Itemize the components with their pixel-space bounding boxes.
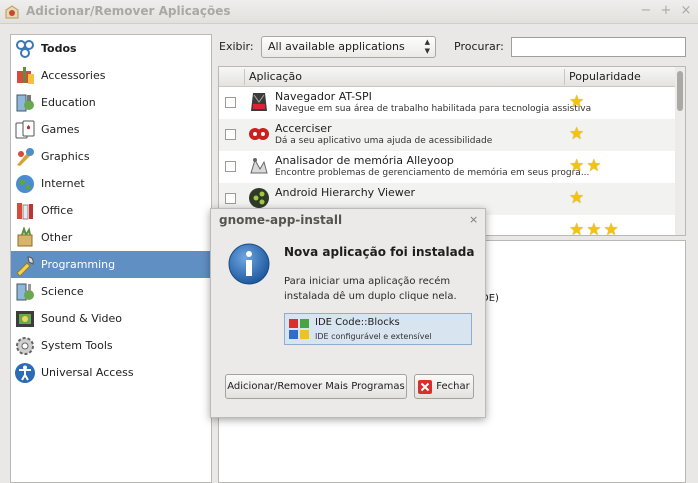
column-header-popularity[interactable]: Popularidade	[569, 70, 641, 83]
close-icon	[418, 379, 433, 394]
maximize-button[interactable]: +	[658, 3, 674, 19]
dialog-message: Para iniciar uma aplicação recém instala…	[284, 276, 457, 302]
header-divider	[564, 69, 565, 85]
table-row[interactable]: Navegador AT-SPI Navegue em sua área de …	[219, 87, 675, 119]
accessories-icon	[17, 66, 34, 84]
dialog-heading: Nova aplicação foi instalada	[284, 245, 475, 259]
accerciser-icon	[249, 128, 269, 140]
sidebar-item-other[interactable]: Other	[11, 224, 211, 251]
alleyoop-icon	[250, 158, 268, 174]
list-header: Aplicação Popularidade	[219, 67, 685, 87]
sidebar-item-games[interactable]: Games	[11, 116, 211, 143]
popularity-stars: ★	[569, 92, 587, 112]
minimize-button[interactable]: −	[638, 3, 654, 19]
sidebar-item-label: Todos	[41, 42, 77, 55]
close-dialog-button[interactable]: Fechar	[414, 374, 474, 399]
sidebar-item-todos[interactable]: Todos	[11, 35, 211, 62]
table-row[interactable]: Accerciser Dá a seu aplicativo uma ajuda…	[219, 119, 675, 151]
popularity-stars: ★★★	[569, 220, 621, 236]
sidebar-item-internet[interactable]: Internet	[11, 170, 211, 197]
sidebar-item-education[interactable]: Education	[11, 89, 211, 116]
app-description: Navegue em sua área de trabalho habilita…	[275, 104, 592, 114]
education-icon	[16, 94, 34, 111]
sidebar-item-programming[interactable]: Programming	[11, 251, 211, 278]
sidebar-item-office[interactable]: Office	[11, 197, 211, 224]
dropdown-arrows-icon: ▲ ▼	[424, 38, 430, 55]
window-title: Adicionar/Remover Aplicações	[26, 4, 231, 18]
app-description: Encontre problemas de gerenciamento de m…	[275, 168, 590, 178]
search-label: Procurar:	[454, 40, 504, 53]
popularity-stars: ★	[569, 124, 587, 144]
programming-icon	[16, 255, 34, 276]
search-input[interactable]	[511, 37, 686, 57]
scrollbar-thumb[interactable]	[677, 71, 683, 111]
popularity-stars: ★★	[569, 156, 604, 176]
sidebar-item-label: Universal Access	[41, 366, 134, 379]
installed-app-description: IDE configurável e extensível	[315, 332, 432, 341]
window-titlebar: Adicionar/Remover Aplicações − + ×	[0, 0, 698, 24]
sidebar-item-system-tools[interactable]: System Tools	[11, 332, 211, 359]
sidebar-item-universal-access[interactable]: Universal Access	[11, 359, 211, 386]
sidebar-item-label: Education	[41, 96, 96, 109]
games-icon	[15, 120, 35, 138]
dialog-close-button[interactable]: ×	[469, 213, 478, 226]
sidebar-item-science[interactable]: Science	[11, 278, 211, 305]
table-row[interactable]: Analisador de memória Alleyoop Encontre …	[219, 151, 675, 183]
show-filter-dropdown[interactable]: All available applications ▲ ▼	[261, 36, 436, 58]
dialog-title: gnome-app-install	[219, 213, 343, 227]
sound-video-icon	[16, 310, 34, 327]
install-checkbox[interactable]	[225, 161, 236, 172]
universal-access-icon	[15, 362, 35, 383]
android-hierarchy-viewer-icon	[249, 188, 269, 208]
app-name: Accerciser	[275, 122, 332, 135]
all-icon	[16, 39, 34, 58]
graphics-icon	[17, 147, 34, 166]
system-tools-icon	[16, 336, 34, 355]
office-icon	[17, 202, 33, 219]
column-header-application[interactable]: Aplicação	[249, 70, 302, 83]
add-remove-more-label: Adicionar/Remover Mais Programas	[227, 381, 405, 392]
app-name: Analisador de memória Alleyoop	[275, 154, 454, 167]
show-label: Exibir:	[219, 40, 254, 53]
science-icon	[16, 283, 34, 300]
app-description: Dá a seu aplicativo uma ajuda de acessib…	[275, 136, 493, 146]
sidebar-item-graphics[interactable]: Graphics	[11, 143, 211, 170]
popularity-stars: ★	[569, 188, 587, 208]
sidebar-item-label: Programming	[41, 258, 116, 271]
sidebar-item-label: System Tools	[41, 339, 113, 352]
add-remove-more-button[interactable]: Adicionar/Remover Mais Programas	[225, 374, 407, 399]
sidebar-item-label: Sound & Video	[41, 312, 123, 325]
app-name: Android Hierarchy Viewer	[275, 186, 416, 199]
app-name: Navegador AT-SPI	[275, 90, 372, 103]
sidebar-item-label: Internet	[41, 177, 85, 190]
install-checkbox[interactable]	[225, 97, 236, 108]
internet-icon	[16, 174, 34, 193]
installed-app-name: IDE Code::Blocks	[315, 317, 400, 328]
header-divider	[244, 69, 245, 85]
install-checkbox[interactable]	[225, 129, 236, 140]
sidebar-item-sound-video[interactable]: Sound & Video	[11, 305, 211, 332]
sidebar-item-label: Office	[41, 204, 74, 217]
list-scrollbar[interactable]	[675, 67, 685, 235]
sidebar-item-accessories[interactable]: Accessories	[11, 62, 211, 89]
installed-app-item[interactable]: IDE Code::Blocks IDE configurável e exte…	[284, 313, 472, 345]
sidebar-item-label: Science	[41, 285, 84, 298]
sidebar-item-label: Other	[41, 231, 73, 244]
other-icon	[17, 226, 33, 246]
codeblocks-icon	[289, 319, 309, 339]
at-spi-browser-icon	[251, 93, 267, 111]
install-checkbox[interactable]	[225, 193, 236, 204]
info-icon	[228, 243, 270, 285]
add-remove-applications-icon	[5, 5, 19, 19]
close-button-label: Fechar	[436, 381, 470, 392]
show-filter-value: All available applications	[268, 40, 405, 53]
sidebar-item-label: Games	[41, 123, 80, 136]
category-sidebar: Todos Accessories Education Games Graphi…	[10, 34, 212, 483]
app-installed-dialog: gnome-app-install × Nova aplicação foi i…	[210, 208, 486, 418]
sidebar-item-label: Graphics	[41, 150, 90, 163]
close-window-button[interactable]: ×	[678, 3, 694, 19]
sidebar-item-label: Accessories	[41, 69, 106, 82]
